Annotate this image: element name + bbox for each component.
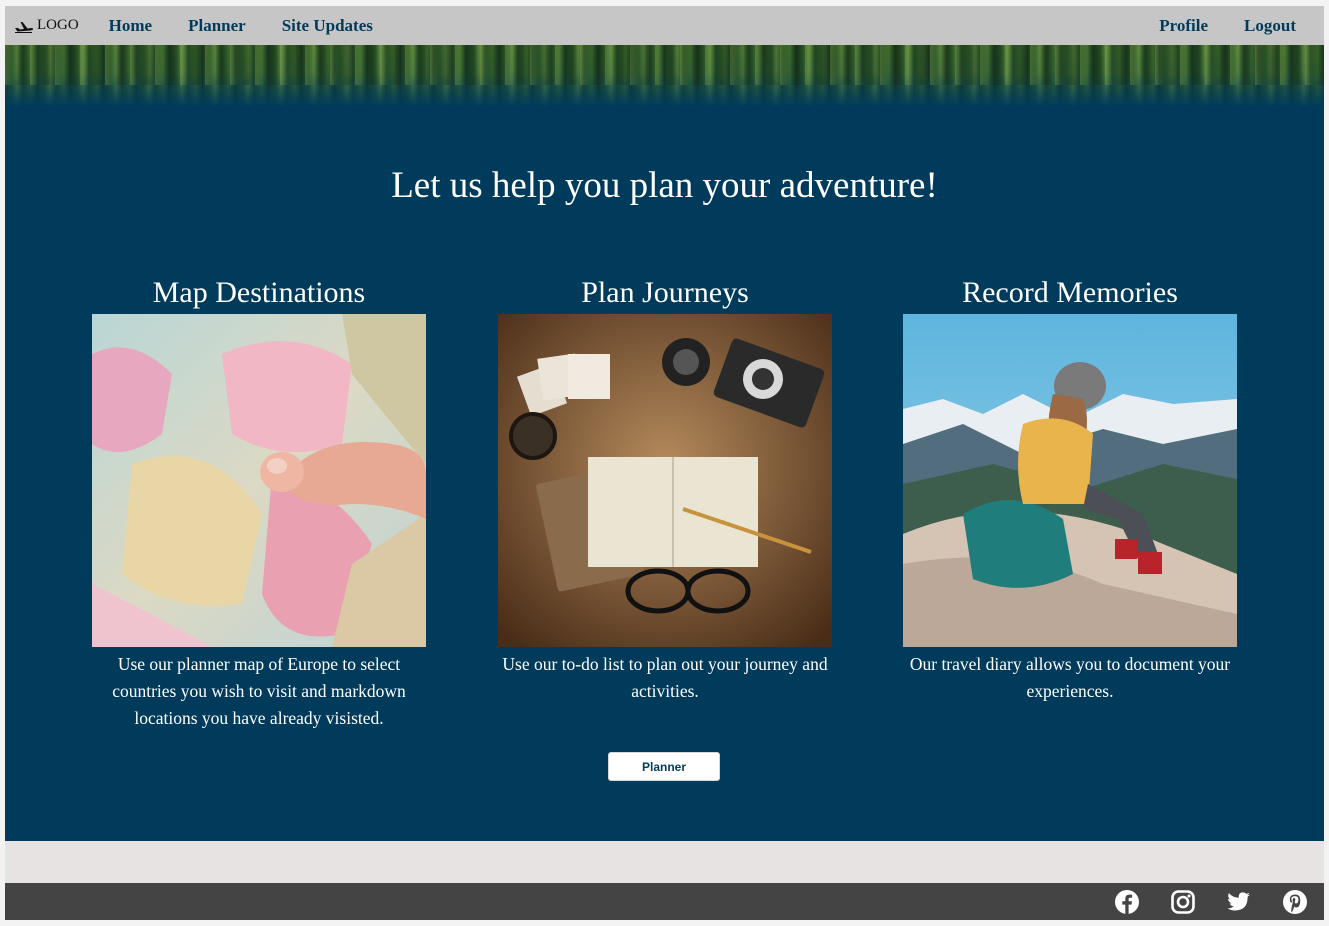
card-record-memories: Record Memories Our travel diary allows … bbox=[903, 276, 1237, 705]
card-map-destinations: Map Destinations Use our planner map of … bbox=[92, 276, 426, 732]
nav-profile[interactable]: Profile bbox=[1159, 16, 1208, 36]
logo[interactable]: LOGO bbox=[14, 6, 79, 45]
card-description: Our travel diary allows you to document … bbox=[909, 654, 1231, 701]
facebook-icon[interactable] bbox=[1114, 889, 1140, 915]
footer-band bbox=[5, 841, 1324, 883]
europe-map-photo bbox=[92, 314, 426, 647]
hero-title: Let us help you plan your adventure! bbox=[391, 165, 938, 206]
logo-text: LOGO bbox=[37, 17, 79, 33]
nav-home[interactable]: Home bbox=[109, 16, 152, 36]
hiker-mountain-photo bbox=[903, 314, 1237, 647]
nav-logout[interactable]: Logout bbox=[1244, 16, 1296, 36]
pinterest-icon[interactable] bbox=[1282, 889, 1308, 915]
page: LOGO Home Planner Site Updates Profile L… bbox=[5, 6, 1324, 920]
card-title: Record Memories bbox=[962, 276, 1178, 309]
card-description: Use our to-do list to plan out your jour… bbox=[502, 654, 828, 701]
twitter-icon[interactable] bbox=[1226, 889, 1252, 915]
footer bbox=[5, 883, 1324, 920]
card-description: Use our planner map of Europe to select … bbox=[112, 654, 406, 728]
nav-site-updates[interactable]: Site Updates bbox=[282, 16, 373, 36]
card-title: Plan Journeys bbox=[581, 276, 749, 309]
airplane-icon bbox=[15, 21, 34, 33]
planner-button[interactable]: Planner bbox=[608, 752, 720, 781]
instagram-icon[interactable] bbox=[1170, 889, 1196, 915]
forest-banner bbox=[5, 45, 1324, 107]
card-plan-journeys: Plan Journeys Use our to-do list to plan… bbox=[498, 276, 832, 705]
nav-planner[interactable]: Planner bbox=[188, 16, 246, 36]
card-title: Map Destinations bbox=[152, 276, 366, 309]
navbar: LOGO Home Planner Site Updates Profile L… bbox=[5, 6, 1324, 45]
travel-flatlay-photo bbox=[498, 314, 832, 647]
